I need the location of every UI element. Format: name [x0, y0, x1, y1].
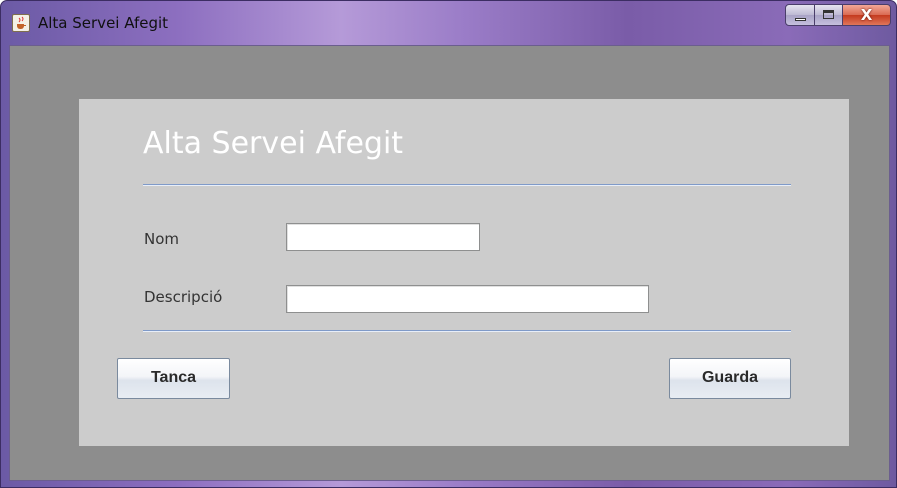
nom-label: Nom: [144, 230, 180, 248]
guarda-button[interactable]: Guarda: [669, 358, 791, 399]
footer-separator: [143, 330, 791, 332]
descripcio-input[interactable]: [286, 285, 649, 313]
close-button[interactable]: X: [843, 4, 891, 26]
application-window: Alta Servei Afegit X Alta Servei Afegit …: [0, 0, 897, 488]
window-content: Alta Servei Afegit Nom Descripció Tanca …: [9, 45, 890, 481]
nom-input[interactable]: [286, 223, 480, 251]
tanca-button[interactable]: Tanca: [117, 358, 230, 399]
minimize-button[interactable]: [785, 4, 815, 26]
title-bar[interactable]: Alta Servei Afegit X: [1, 1, 896, 45]
heading-separator: [143, 184, 791, 186]
close-icon: X: [860, 6, 873, 24]
java-cup-icon[interactable]: [12, 14, 30, 32]
form-panel: Alta Servei Afegit Nom Descripció Tanca …: [79, 99, 849, 446]
minimize-icon: [795, 18, 806, 21]
maximize-button[interactable]: [815, 4, 843, 26]
window-title: Alta Servei Afegit: [38, 14, 169, 32]
window-controls: X: [785, 4, 891, 26]
descripcio-label: Descripció: [144, 288, 223, 306]
maximize-icon: [823, 10, 834, 19]
form-heading: Alta Servei Afegit: [143, 126, 404, 161]
